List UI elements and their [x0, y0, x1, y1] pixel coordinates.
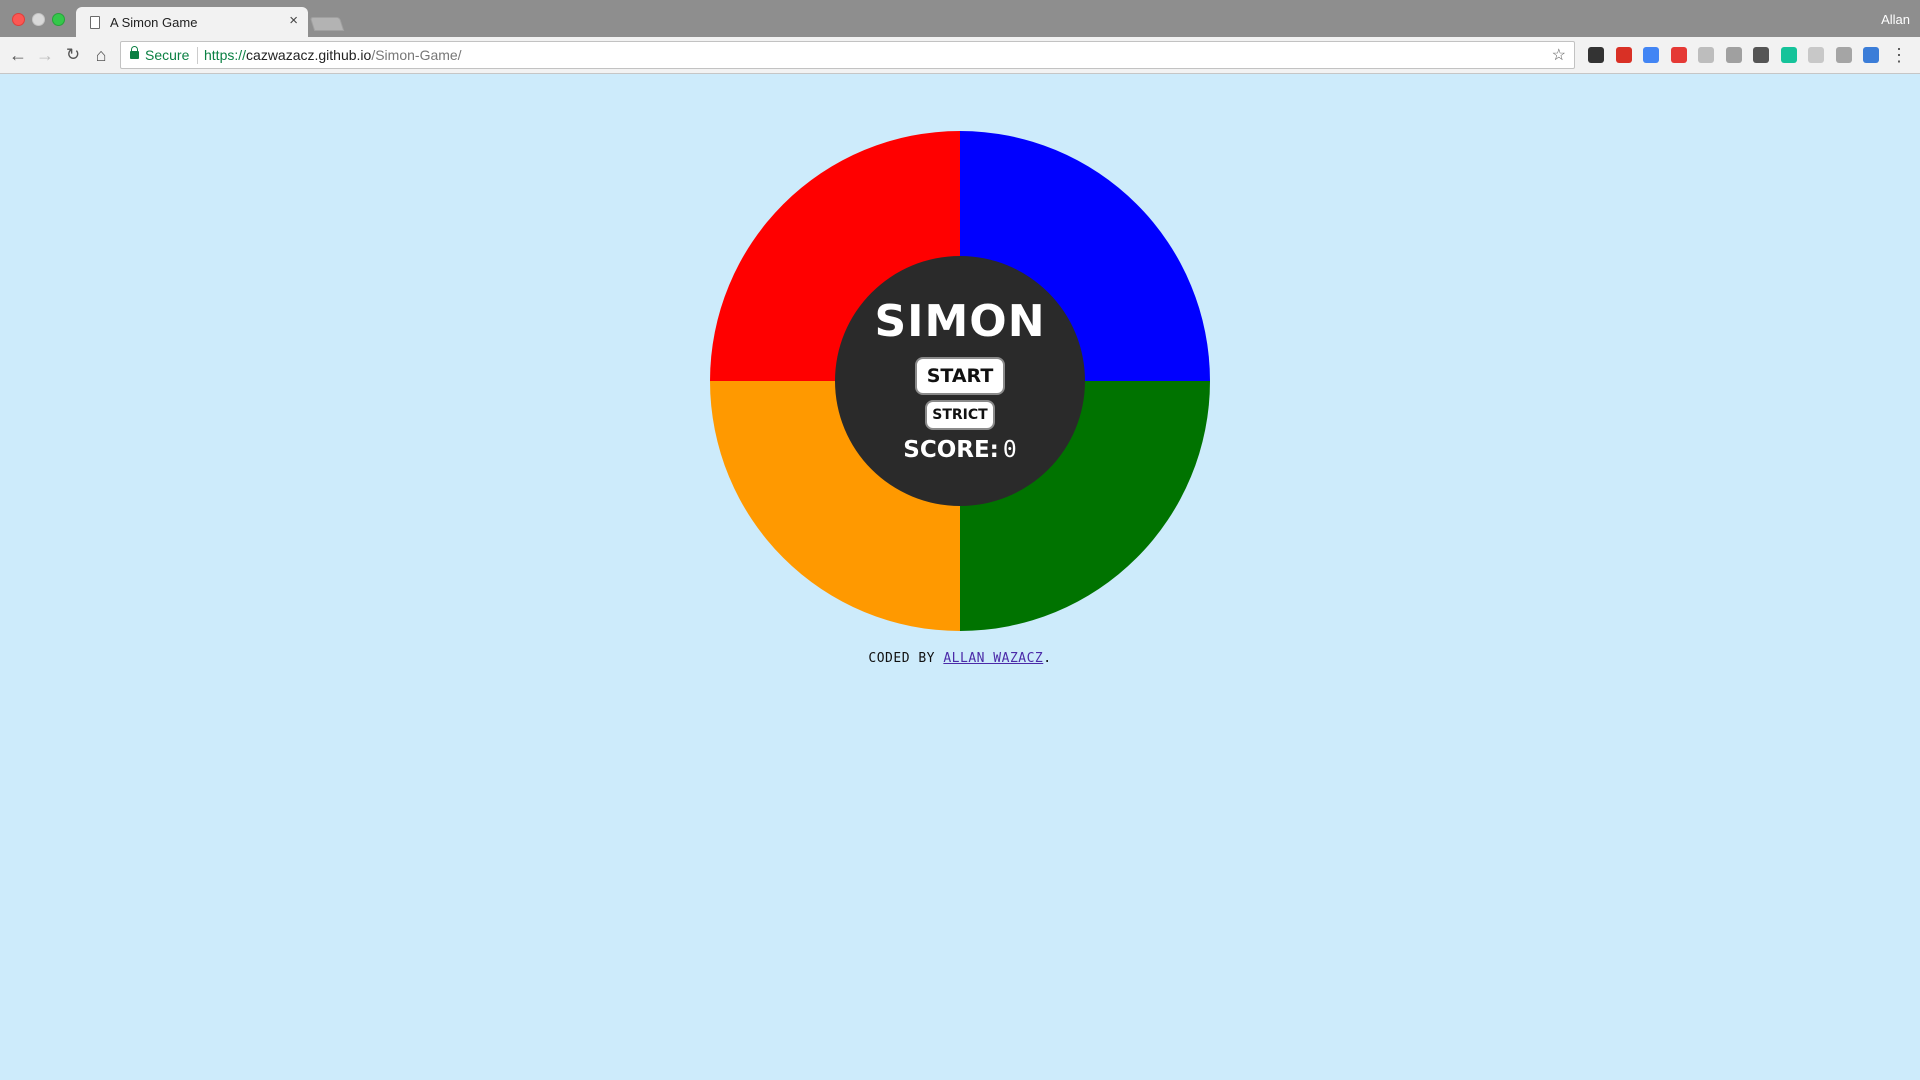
new-tab-button[interactable]	[309, 17, 345, 31]
author-link[interactable]: ALLAN WAZACZ	[943, 651, 1043, 666]
simon-board: SIMON START STRICT SCORE: 0	[710, 131, 1210, 631]
url-path: /Simon-Game/	[371, 47, 462, 63]
score-display: SCORE: 0	[835, 437, 1085, 463]
lock-icon	[130, 46, 139, 59]
extension-icon-5[interactable]	[1698, 47, 1714, 63]
game-title: SIMON	[874, 296, 1046, 347]
window-minimize-button[interactable]	[32, 13, 45, 26]
score-label: SCORE:	[903, 437, 999, 463]
extension-icon-9[interactable]	[1808, 47, 1824, 63]
page-icon	[90, 16, 100, 29]
profile-name[interactable]: Allan	[1881, 12, 1910, 27]
address-bar[interactable]: Secure https://cazwazacz.github.io/Simon…	[120, 41, 1575, 69]
reload-icon[interactable]: ↻	[61, 43, 85, 67]
bookmark-star-icon[interactable]: ☆	[1552, 45, 1566, 65]
url-host: cazwazacz.github.io	[246, 47, 372, 63]
score-value: 0	[1002, 437, 1017, 463]
browser-title-bar: A Simon Game × Allan	[0, 0, 1920, 37]
back-arrow-icon[interactable]: ←	[6, 43, 30, 67]
reddit-icon[interactable]	[1725, 47, 1742, 63]
browser-tab[interactable]: A Simon Game ×	[76, 7, 308, 37]
extension-icon-1[interactable]	[1588, 47, 1604, 63]
grammarly-icon[interactable]	[1780, 47, 1797, 63]
browser-toolbar: ← → ↻ ⌂ Secure https://cazwazacz.github.…	[0, 37, 1920, 74]
strict-button[interactable]: STRICT	[925, 400, 995, 430]
calendar-icon[interactable]	[1643, 47, 1659, 63]
control-panel: SIMON START STRICT SCORE: 0	[835, 256, 1085, 506]
url-text[interactable]: https://cazwazacz.github.io/Simon-Game/	[204, 47, 462, 63]
adblock-icon[interactable]	[1670, 47, 1687, 63]
start-button[interactable]: START	[915, 357, 1005, 395]
browser-menu-icon[interactable]: ⋮	[1890, 43, 1908, 67]
extension-icon-7[interactable]	[1753, 47, 1769, 63]
screenshot-icon[interactable]	[1863, 47, 1879, 63]
window-maximize-button[interactable]	[52, 13, 65, 26]
credit-suffix: .	[1043, 651, 1052, 666]
tab-close-icon[interactable]: ×	[289, 13, 298, 29]
tab-title: A Simon Game	[110, 15, 198, 30]
extension-icon-10[interactable]	[1835, 47, 1852, 63]
address-separator	[197, 47, 198, 64]
forward-arrow-icon[interactable]: →	[33, 43, 57, 67]
credit-prefix: CODED BY	[868, 651, 936, 666]
footer-credit: CODED BY ALLAN WAZACZ.	[0, 651, 1920, 666]
home-icon[interactable]: ⌂	[89, 43, 113, 67]
gmail-icon[interactable]	[1615, 47, 1632, 63]
url-scheme: https://	[204, 47, 247, 63]
secure-label: Secure	[145, 47, 190, 63]
window-close-button[interactable]	[12, 13, 25, 26]
